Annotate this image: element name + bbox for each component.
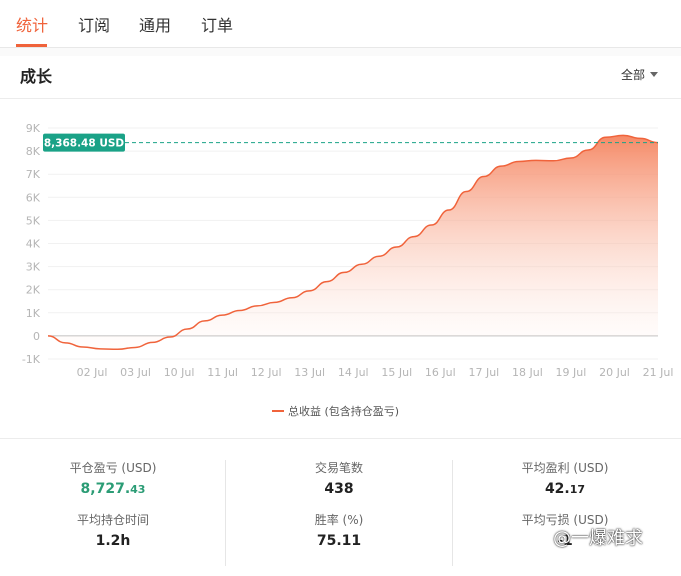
y-tick-label: -1K bbox=[22, 353, 41, 366]
header-divider bbox=[0, 98, 681, 99]
tab-orders[interactable]: 订单 bbox=[201, 12, 233, 36]
tab-statistics[interactable]: 统计 bbox=[16, 12, 48, 36]
stat-avg-profit-label: 平均盈利 (USD) bbox=[521, 461, 609, 475]
y-tick-label: 2K bbox=[26, 284, 41, 297]
stats-vertical-divider bbox=[452, 460, 453, 566]
x-tick-label: 15 Jul bbox=[381, 366, 412, 379]
x-tick-label: 03 Jul bbox=[120, 366, 151, 379]
y-tick-label: 1K bbox=[26, 307, 41, 320]
stats-vertical-divider bbox=[225, 460, 226, 566]
top-tab-bar: 统计 订阅 通用 订单 bbox=[0, 0, 681, 48]
tab-general[interactable]: 通用 bbox=[139, 12, 171, 36]
x-tick-label: 11 Jul bbox=[207, 366, 238, 379]
stats-divider bbox=[0, 438, 681, 439]
y-tick-label: 7K bbox=[26, 168, 41, 181]
y-tick-label: 0 bbox=[33, 330, 40, 343]
x-tick-label: 16 Jul bbox=[425, 366, 456, 379]
stat-closed-pnl-int: 8,727. bbox=[80, 481, 131, 497]
x-tick-label: 14 Jul bbox=[338, 366, 369, 379]
stat-trade-count-value: 438 bbox=[324, 481, 354, 497]
stat-win-rate: 胜率 (%) 75.11 bbox=[254, 512, 424, 550]
y-tick-label: 4K bbox=[26, 238, 41, 251]
x-tick-label: 13 Jul bbox=[294, 366, 325, 379]
stat-avg-profit-dec: 17 bbox=[569, 483, 586, 496]
stat-avg-hold-label: 平均持仓时间 bbox=[76, 513, 149, 527]
y-tick-label: 9K bbox=[26, 122, 41, 135]
y-tick-label: 3K bbox=[26, 261, 41, 274]
current-value-label: 8,368.48 USD bbox=[44, 138, 125, 150]
growth-chart: 9K 8K 7K 6K 5K 4K 3K 2K 1K 0 -1K 02 Jul 03 Jul 10 Jul… bbox=[22, 122, 674, 418]
legend-label[interactable]: 总收益 (包含持仓盈亏) bbox=[288, 404, 399, 418]
watermark: @一爆难求 bbox=[553, 528, 643, 549]
stat-closed-pnl-label: 平仓盈亏 (USD) bbox=[69, 461, 157, 475]
series-area bbox=[48, 135, 658, 350]
stat-avg-profit-value: 42.17 bbox=[480, 480, 650, 499]
stat-trade-count: 交易笔数 438 bbox=[254, 460, 424, 498]
stat-closed-pnl-dec: 43 bbox=[130, 483, 146, 496]
range-filter-label: 全部 bbox=[621, 68, 646, 82]
x-tick-label: 19 Jul bbox=[556, 366, 587, 379]
x-tick-label: 02 Jul bbox=[77, 366, 108, 379]
x-tick-label: 20 Jul bbox=[599, 366, 630, 379]
active-tab-indicator bbox=[16, 44, 47, 47]
x-tick-label: 21 Jul bbox=[643, 366, 674, 379]
stat-avg-profit: 平均盈利 (USD) 42.17 bbox=[480, 460, 650, 499]
y-tick-label: 8K bbox=[26, 145, 41, 158]
stat-win-rate-label: 胜率 (%) bbox=[314, 513, 364, 527]
tab-subscription[interactable]: 订阅 bbox=[78, 12, 110, 36]
x-tick-label: 18 Jul bbox=[512, 366, 543, 379]
stats-panel: 平仓盈亏 (USD) 8,727.43 平均持仓时间 1.2h 交易笔数 438… bbox=[0, 440, 681, 576]
stat-avg-profit-int: 42. bbox=[544, 481, 570, 497]
section-title: 成长 bbox=[20, 67, 53, 86]
x-tick-label: 12 Jul bbox=[251, 366, 282, 379]
stat-avg-hold-value: 1.2h bbox=[95, 533, 131, 549]
x-tick-label: 10 Jul bbox=[164, 366, 195, 379]
stat-win-rate-value: 75.11 bbox=[316, 533, 362, 549]
stat-closed-pnl-value: 8,727.43 bbox=[28, 480, 198, 499]
stat-closed-pnl: 平仓盈亏 (USD) 8,727.43 bbox=[28, 460, 198, 499]
stat-trade-count-label: 交易笔数 bbox=[314, 461, 363, 475]
chevron-down-icon bbox=[650, 72, 659, 77]
stat-avg-hold: 平均持仓时间 1.2h bbox=[28, 512, 198, 550]
range-filter-dropdown[interactable]: 全部 bbox=[621, 66, 659, 83]
y-tick-label: 6K bbox=[26, 191, 41, 204]
y-tick-label: 5K bbox=[26, 214, 41, 227]
x-tick-label: 17 Jul bbox=[468, 366, 499, 379]
